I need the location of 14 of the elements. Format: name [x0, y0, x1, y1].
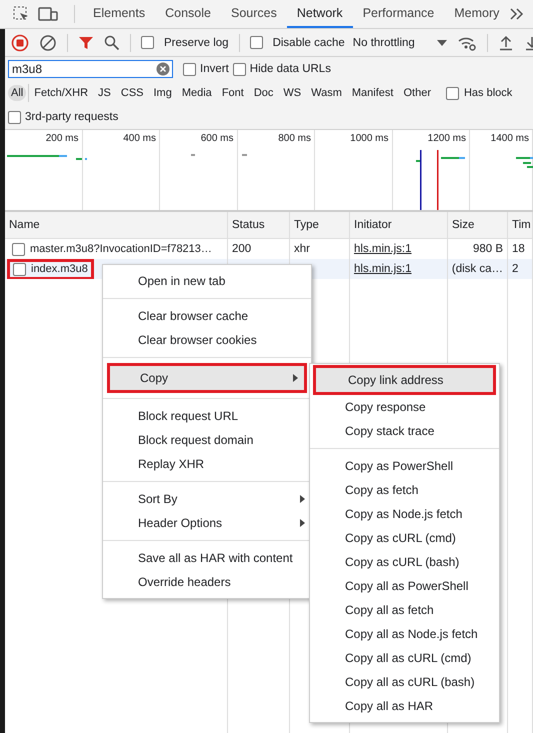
table-cell: 2 — [512, 263, 518, 275]
table-cell: 980 B — [472, 243, 503, 255]
table-cell: (disk ca… — [452, 263, 503, 275]
time-tick: 600 ms — [200, 133, 234, 144]
table-cell: 18 — [512, 243, 525, 255]
throttling-value: No throttling — [352, 36, 415, 48]
time-tick: 200 ms — [46, 133, 78, 144]
time-tick: 1200 ms — [428, 133, 466, 144]
time-tick: 1400 ms — [490, 133, 529, 144]
time-tick: 800 ms — [278, 133, 311, 144]
time-tick: 400 ms — [123, 133, 156, 144]
table-cell: xhr — [294, 243, 310, 255]
time-tick: 1000 ms — [350, 133, 388, 144]
table-cell: 200 — [232, 243, 252, 255]
